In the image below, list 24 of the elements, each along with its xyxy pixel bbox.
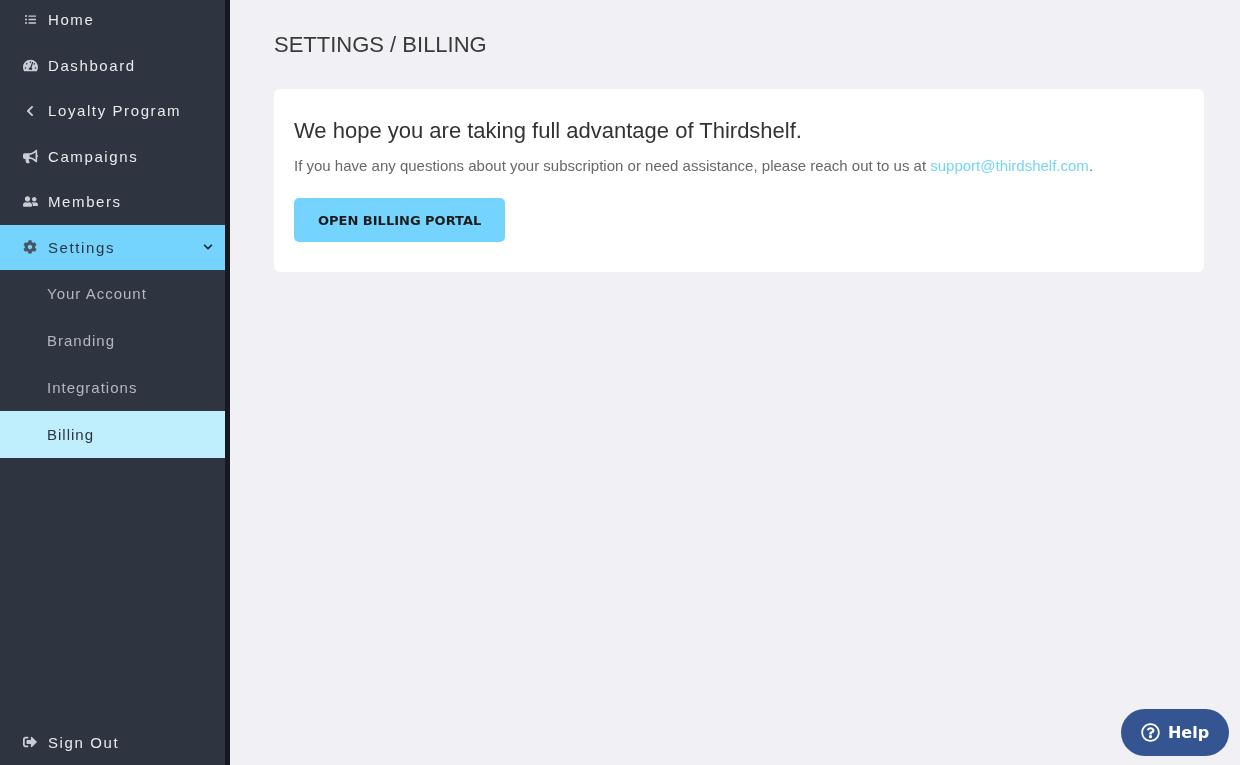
chevron-left-icon xyxy=(24,104,36,117)
help-icon xyxy=(1140,723,1160,742)
megaphone-icon xyxy=(22,148,38,164)
card-heading: We hope you are taking full advantage of Thirdshelf. xyxy=(294,118,802,144)
sign-out-item[interactable]: Sign Out xyxy=(0,719,225,765)
support-message: If you have any questions about your subscription or need assistance, please reach out to us at support@thirdshelf.com. xyxy=(294,157,1094,174)
nav-item[interactable]: Dashboard xyxy=(0,42,225,88)
subnav-item[interactable]: Billing xyxy=(0,411,225,458)
users-icon xyxy=(22,194,38,210)
nav-item[interactable]: Campaigns xyxy=(0,133,225,179)
list-icon xyxy=(24,14,36,26)
nav-item[interactable]: Members xyxy=(0,179,225,225)
help-button[interactable]: Help xyxy=(1121,709,1229,756)
gauge-icon xyxy=(22,57,38,73)
nav-item[interactable]: Settings xyxy=(0,224,225,270)
subnav-item[interactable]: Branding xyxy=(0,317,225,364)
nav-item[interactable]: Home xyxy=(0,0,225,43)
subnav-item[interactable]: Integrations xyxy=(0,364,225,411)
subnav-item[interactable]: Your Account xyxy=(0,270,225,317)
sign-out-icon xyxy=(23,735,37,750)
open-billing-portal-button[interactable]: OPEN BILLING PORTAL xyxy=(294,198,506,242)
nav-item[interactable]: Loyalty Program xyxy=(0,88,225,134)
page-title: SETTINGS / BILLING xyxy=(274,32,488,58)
gear-icon xyxy=(23,240,37,255)
